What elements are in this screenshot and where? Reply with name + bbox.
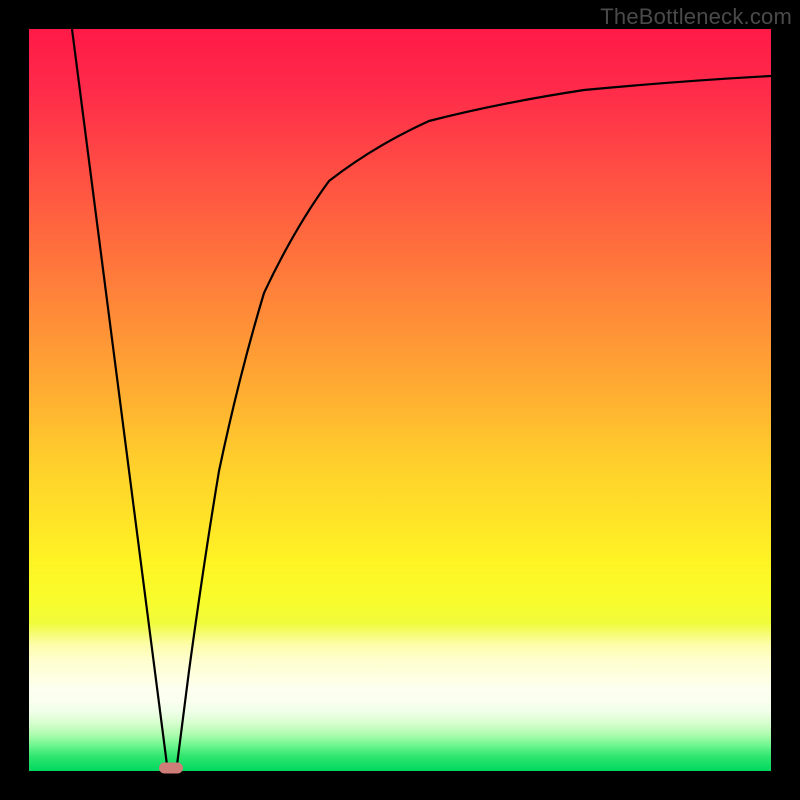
optimal-point-marker	[159, 763, 183, 774]
watermark-label: TheBottleneck.com	[600, 4, 792, 30]
curve-right-branch	[177, 76, 771, 765]
bottleneck-curve	[29, 29, 771, 771]
curve-left-branch	[72, 29, 167, 765]
